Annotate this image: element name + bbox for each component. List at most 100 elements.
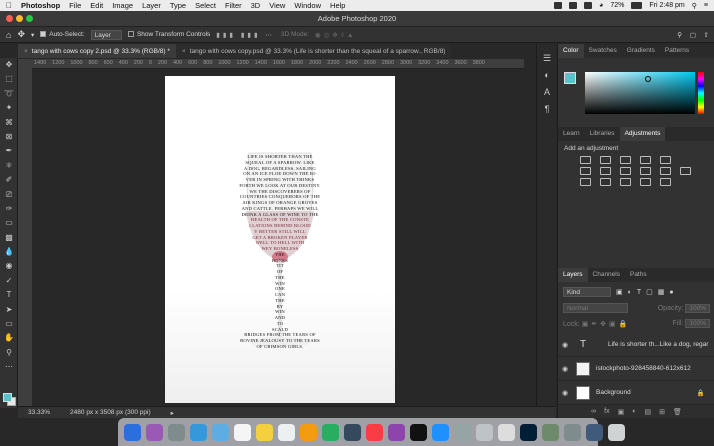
safari-icon[interactable] — [190, 423, 207, 441]
photo-filter-icon[interactable] — [640, 167, 651, 175]
status-icon[interactable] — [569, 2, 578, 9]
levels-icon[interactable] — [600, 156, 611, 164]
tab-layers[interactable]: Layers — [558, 268, 588, 282]
menu-edit[interactable]: Edit — [90, 1, 103, 10]
transform-controls-checkbox[interactable]: Show Transform Controls — [127, 31, 210, 38]
eraser-tool-icon[interactable]: ▭ — [0, 216, 18, 230]
menu-window[interactable]: Window — [294, 1, 321, 10]
close-tab-icon[interactable]: × — [24, 48, 28, 55]
character-panel-icon[interactable]: A — [537, 84, 557, 101]
close-window-icon[interactable] — [6, 15, 13, 22]
clone-stamp-tool-icon[interactable]: ⎚ — [0, 188, 18, 202]
search-icon[interactable]: ⚲ — [692, 2, 697, 10]
downloads-stack-icon[interactable] — [586, 423, 603, 441]
blend-mode-dropdown[interactable]: Normal — [563, 303, 628, 313]
facetime-icon[interactable] — [322, 423, 339, 441]
system-preferences-icon[interactable] — [454, 423, 471, 441]
filter-adjustment-icon[interactable]: ◐ — [628, 289, 632, 296]
hue-slider[interactable] — [698, 72, 704, 114]
transform-check-icon[interactable] — [127, 31, 134, 38]
vertical-ruler[interactable] — [18, 59, 32, 406]
hand-tool-icon[interactable]: ✋ — [0, 331, 18, 345]
gradient-map-icon[interactable] — [640, 178, 651, 186]
move-tool-icon[interactable]: ✥ — [0, 58, 18, 72]
document-canvas[interactable]: LIFE IS SHORTER THAN THE SQUEAL OF A SPAR… — [165, 76, 395, 403]
tab-patterns[interactable]: Patterns — [660, 44, 694, 58]
more-tools-icon[interactable]: ⋯ — [0, 360, 18, 374]
auto-select-checkbox[interactable]: Auto-Select: — [40, 31, 85, 38]
tab-document-2[interactable]: × tango with cows copy.psd @ 33.3% (Life… — [175, 44, 452, 58]
path-select-tool-icon[interactable]: ➤ — [0, 303, 18, 317]
layer-row-text[interactable]: ◉ T Life is shorter th...Like a dog, reg… — [558, 333, 714, 357]
menu-image[interactable]: Image — [112, 1, 133, 10]
apple-tv-icon[interactable] — [410, 423, 427, 441]
auto-select-dropdown[interactable]: Layer — [90, 29, 122, 40]
menu-select[interactable]: Select — [195, 1, 216, 10]
channel-mixer-icon[interactable] — [660, 167, 671, 175]
layer-kind-dropdown[interactable]: Kind — [563, 287, 611, 297]
menu-filter[interactable]: Filter — [225, 1, 242, 10]
tab-document-1[interactable]: × tango with cows copy 2.psd @ 33.3% (RG… — [18, 44, 176, 58]
history-panel-icon[interactable]: ☰ — [537, 50, 557, 67]
workspace-icon[interactable]: ▢ — [690, 31, 696, 39]
filter-pixel-icon[interactable]: ▣ — [616, 288, 623, 296]
color-balance-icon[interactable] — [600, 167, 611, 175]
foreground-color-chip[interactable] — [564, 72, 576, 84]
history-brush-tool-icon[interactable]: ✑ — [0, 202, 18, 216]
frame-tool-icon[interactable]: ⊠ — [0, 130, 18, 144]
threshold-icon[interactable] — [620, 178, 631, 186]
pen-tool-icon[interactable]: ✓ — [0, 274, 18, 288]
foreground-color-swatch[interactable] — [3, 393, 12, 402]
tab-color[interactable]: Color — [558, 44, 584, 58]
exposure-icon[interactable] — [640, 156, 651, 164]
horizontal-ruler[interactable]: 1400 1200 1000 800 600 400 200 0 200 400… — [32, 59, 524, 69]
paragraph-panel-icon[interactable]: ¶ — [537, 101, 557, 118]
app-menu[interactable]: Photoshop — [21, 1, 60, 10]
delete-layer-icon[interactable]: 🗑 — [673, 408, 682, 416]
preset-chevron-icon[interactable]: ▾ — [31, 31, 34, 39]
visibility-eye-icon[interactable]: ◉ — [558, 389, 572, 397]
tab-channels[interactable]: Channels — [588, 268, 625, 282]
new-group-icon[interactable]: ▤ — [644, 408, 651, 416]
podcasts-icon[interactable] — [388, 423, 405, 441]
photos-icon[interactable] — [300, 423, 317, 441]
brush-tool-icon[interactable]: ✐ — [0, 173, 18, 187]
layer-name[interactable]: Life is shorter th...Like a dog, regar — [608, 341, 708, 348]
curves-icon[interactable] — [620, 156, 631, 164]
trash-icon[interactable] — [608, 423, 625, 441]
recent-file-icon[interactable] — [564, 423, 581, 441]
lasso-tool-icon[interactable]: ➰ — [0, 87, 18, 101]
blur-tool-icon[interactable]: 💧 — [0, 245, 18, 259]
visibility-eye-icon[interactable]: ◉ — [558, 365, 572, 373]
add-mask-icon[interactable]: ▣ — [618, 408, 625, 416]
color-picker-field[interactable] — [585, 72, 695, 114]
tab-learn[interactable]: Learn — [558, 127, 585, 141]
filter-toggle-icon[interactable]: ● — [669, 289, 673, 296]
menu-view[interactable]: View — [269, 1, 285, 10]
color-picker-cursor[interactable] — [645, 76, 651, 82]
color-lookup-icon[interactable] — [680, 167, 691, 175]
zoom-level[interactable]: 33.33% — [28, 409, 50, 416]
filter-type-icon[interactable]: T — [637, 289, 641, 296]
photoshop-icon[interactable] — [520, 423, 537, 441]
healing-brush-tool-icon[interactable]: ⚛ — [0, 159, 18, 173]
clock[interactable]: Fri 2:48 pm — [649, 2, 684, 9]
3d-mode-icons[interactable]: ◉◎✥◊▲ — [315, 31, 356, 39]
home-icon[interactable]: ⌂ — [6, 30, 11, 40]
maps-icon[interactable] — [344, 423, 361, 441]
lock-icons[interactable]: ▣✒✥▣🔒 — [582, 321, 631, 328]
quick-select-tool-icon[interactable]: ✦ — [0, 101, 18, 115]
mail-icon[interactable] — [212, 423, 229, 441]
marquee-tool-icon[interactable]: ⬚ — [0, 72, 18, 86]
tab-libraries[interactable]: Libraries — [585, 127, 620, 141]
shape-tool-icon[interactable]: ▭ — [0, 317, 18, 331]
creative-cloud-icon[interactable] — [554, 2, 563, 9]
crop-tool-icon[interactable]: ⌘ — [0, 116, 18, 130]
menu-help[interactable]: Help — [330, 1, 345, 10]
wifi-icon[interactable]: ◕ — [599, 2, 603, 9]
tab-gradients[interactable]: Gradients — [622, 44, 660, 58]
preview-icon[interactable] — [476, 423, 493, 441]
share-icon[interactable]: ⇧ — [704, 31, 709, 39]
chrome-icon[interactable] — [498, 423, 515, 441]
auto-select-check-icon[interactable] — [40, 31, 47, 38]
